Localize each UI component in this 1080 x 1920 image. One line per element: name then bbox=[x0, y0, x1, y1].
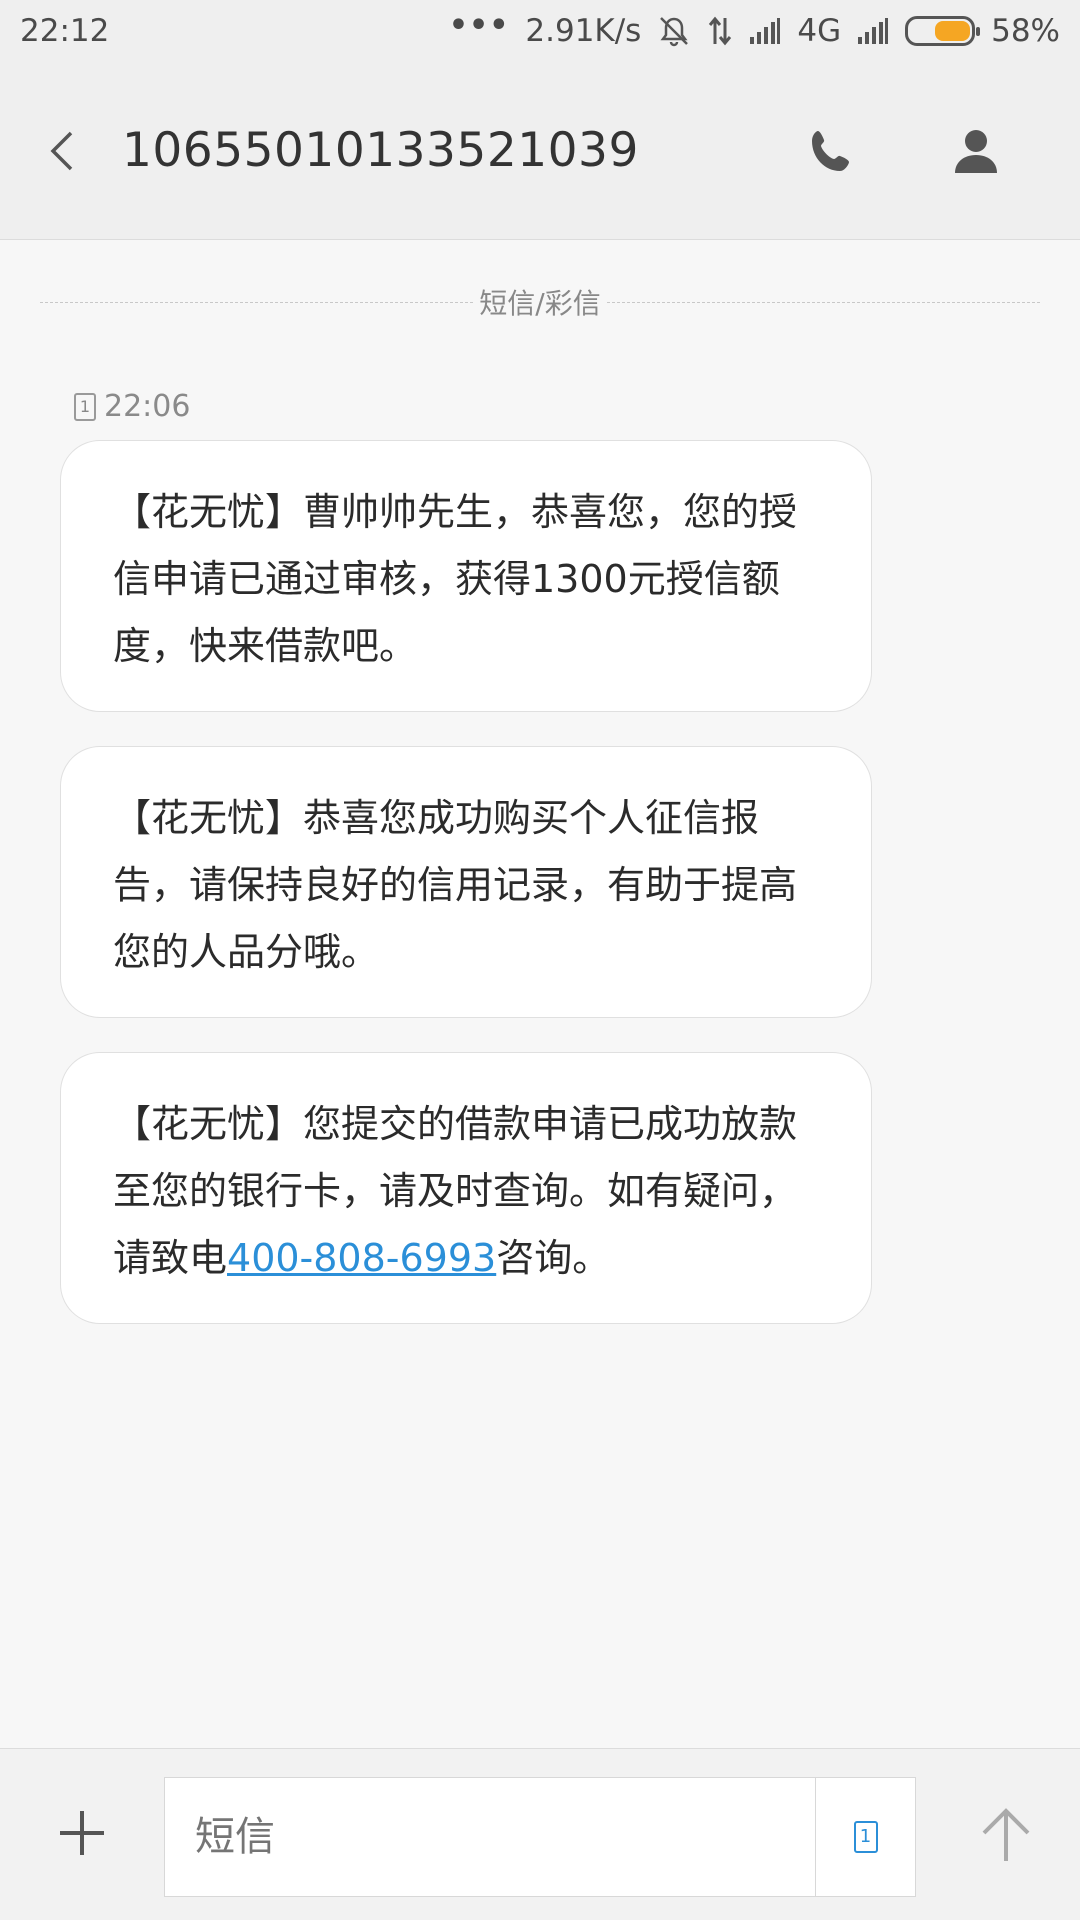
arrow-up-icon bbox=[982, 1808, 1030, 1861]
divider-line bbox=[40, 301, 474, 303]
sim-card-icon: 1 bbox=[74, 392, 96, 421]
silent-alarm-icon bbox=[657, 14, 691, 48]
contact-title: 10655010133521039 bbox=[122, 123, 639, 178]
status-icons: ••• 2.91K/s 4G 58% bbox=[449, 8, 1060, 50]
message-text: 咨询。 bbox=[496, 1236, 611, 1280]
message-text: 【花无忧】恭喜您成功购买个人征信报告，请保持良好的信用记录，有助于提高您的人品分… bbox=[113, 796, 798, 974]
contact-info-button[interactable] bbox=[916, 91, 1036, 211]
message-type-label: 短信/彩信 bbox=[479, 287, 601, 320]
message-type-divider: 短信/彩信 bbox=[40, 282, 1040, 322]
add-attachment-button[interactable] bbox=[40, 1791, 124, 1875]
phone-number-link[interactable]: 400-808-6993 bbox=[227, 1236, 496, 1280]
send-button[interactable] bbox=[958, 1787, 1054, 1883]
signal-icon bbox=[749, 17, 781, 45]
messaging-screen: 22:12 ••• 2.91K/s 4G 58% 106550101335210… bbox=[0, 0, 1080, 1920]
divider-line bbox=[606, 301, 1040, 303]
message-bubble[interactable]: 【花无忧】曹帅帅先生，恭喜您，您的授信申请已通过审核，获得1300元授信额度，快… bbox=[60, 440, 872, 712]
more-notifications-icon: ••• bbox=[448, 7, 510, 43]
network-speed: 2.91K/s bbox=[525, 13, 642, 49]
back-button[interactable] bbox=[2, 91, 122, 211]
call-button[interactable] bbox=[772, 91, 892, 211]
sim-switch-button[interactable]: 1 bbox=[815, 1778, 915, 1896]
message-bubble[interactable]: 【花无忧】您提交的借款申请已成功放款至您的银行卡，请及时查询。如有疑问，请致电4… bbox=[60, 1052, 872, 1324]
message-bubble[interactable]: 【花无忧】恭喜您成功购买个人征信报告，请保持良好的信用记录，有助于提高您的人品分… bbox=[60, 746, 872, 1018]
battery-icon bbox=[905, 16, 981, 46]
battery-percent: 58% bbox=[991, 13, 1060, 49]
message-input[interactable] bbox=[165, 1778, 815, 1896]
phone-icon bbox=[812, 130, 849, 171]
chevron-left-icon bbox=[50, 131, 73, 170]
timestamp-text: 22:06 bbox=[104, 389, 191, 424]
person-icon bbox=[955, 129, 997, 173]
network-type: 4G bbox=[797, 13, 842, 49]
battery-fill bbox=[935, 21, 971, 41]
message-timestamp: 1 22:06 bbox=[74, 389, 190, 424]
status-bar: 22:12 ••• 2.91K/s 4G 58% bbox=[0, 0, 1080, 62]
conversation-header: 10655010133521039 bbox=[0, 62, 1080, 240]
message-input-box: 1 bbox=[164, 1777, 916, 1897]
message-text: 【花无忧】曹帅帅先生，恭喜您，您的授信申请已通过审核，获得1300元授信额度，快… bbox=[113, 490, 798, 668]
signal-icon-2 bbox=[857, 17, 889, 45]
plus-icon bbox=[60, 1811, 104, 1855]
composer-bar: 1 bbox=[0, 1748, 1080, 1920]
header-actions bbox=[772, 91, 1080, 211]
sim-card-icon: 1 bbox=[853, 1821, 878, 1853]
data-transfer-icon bbox=[707, 14, 733, 48]
status-time: 22:12 bbox=[20, 13, 110, 49]
